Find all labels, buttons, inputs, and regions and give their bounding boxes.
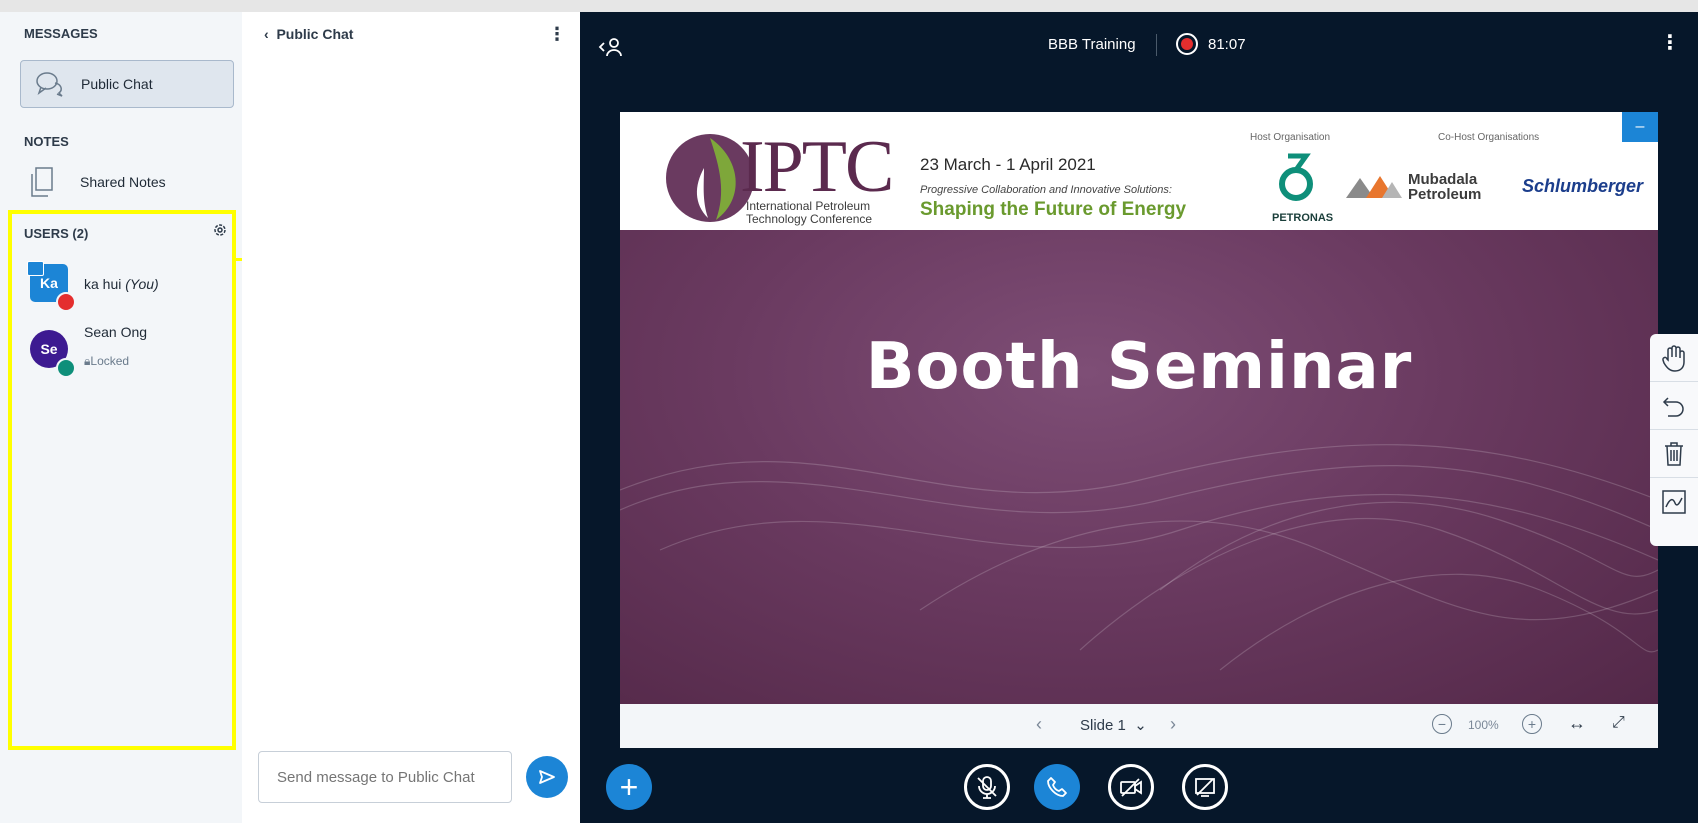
phone-icon bbox=[1047, 777, 1067, 797]
record-icon bbox=[1181, 38, 1193, 50]
cohost-1-name: Mubadala Petroleum bbox=[1408, 171, 1482, 203]
share-webcam-button[interactable] bbox=[1108, 764, 1154, 810]
chat-options-icon[interactable]: ⋮ bbox=[548, 24, 566, 45]
public-chat-label: Public Chat bbox=[81, 76, 153, 92]
messages-section-title: MESSAGES bbox=[24, 26, 98, 41]
presentation-toolbar: ‹ Slide 1 ⌄ › − 100% + ↔ ⤢ bbox=[620, 704, 1658, 748]
conference-tagline: Progressive Collaboration and Innovative… bbox=[920, 184, 1172, 196]
whiteboard-icon bbox=[1662, 490, 1686, 514]
whiteboard-tool-palette bbox=[1650, 334, 1698, 546]
options-menu-icon[interactable]: ⋮ bbox=[1660, 30, 1680, 55]
recording-indicator[interactable] bbox=[1176, 33, 1198, 55]
chat-panel: ‹ Public Chat ⋮ bbox=[242, 12, 580, 823]
user-list-icon bbox=[598, 38, 622, 57]
cohost-org-label: Co-Host Organisations bbox=[1438, 132, 1540, 143]
iptc-subtitle: International Petroleum Technology Confe… bbox=[746, 199, 873, 226]
chat-back-button[interactable]: ‹ Public Chat bbox=[264, 26, 353, 42]
share-screen-button[interactable] bbox=[1182, 764, 1228, 810]
muted-mic-icon bbox=[977, 776, 997, 799]
notes-icon bbox=[30, 166, 56, 203]
conference-date: 23 March - 1 April 2021 bbox=[920, 155, 1096, 174]
next-slide-icon[interactable]: › bbox=[1170, 714, 1176, 735]
fit-to-width-icon[interactable]: ↔ bbox=[1568, 713, 1586, 734]
cohost-2-name: Schlumberger bbox=[1522, 176, 1644, 196]
slide-body bbox=[620, 230, 1658, 704]
slide-title: Booth Seminar bbox=[865, 330, 1413, 404]
slide-header: IPTC International Petroleum Technology … bbox=[620, 112, 1658, 230]
plus-icon: + bbox=[619, 769, 639, 805]
recording-time: 81:07 bbox=[1208, 36, 1246, 53]
send-icon bbox=[539, 770, 555, 784]
chevron-left-icon: ‹ bbox=[264, 26, 269, 42]
undo-icon bbox=[1662, 396, 1684, 417]
highlight-box bbox=[8, 210, 236, 750]
presentation-slide: IPTC International Petroleum Technology … bbox=[620, 112, 1658, 704]
undo-button[interactable] bbox=[1650, 382, 1698, 430]
mubadala-logo-icon bbox=[1346, 176, 1402, 198]
title-divider bbox=[1156, 34, 1157, 56]
sidebar-item-shared-notes[interactable]: Shared Notes bbox=[20, 164, 234, 204]
shared-notes-label: Shared Notes bbox=[80, 174, 166, 190]
zoom-in-icon[interactable]: + bbox=[1522, 714, 1542, 734]
webcam-off-icon bbox=[1120, 778, 1142, 797]
trash-icon bbox=[1665, 441, 1683, 466]
toggle-user-list-button[interactable] bbox=[598, 36, 624, 63]
leave-audio-button[interactable] bbox=[1034, 764, 1080, 810]
main-area: BBB Training 81:07 ⋮ IPTC International … bbox=[580, 12, 1698, 823]
iptc-logo-text: IPTC bbox=[740, 126, 894, 208]
sidebar-item-public-chat[interactable]: Public Chat bbox=[20, 60, 234, 108]
app-window: MESSAGES Public Chat NOTES Shared Notes bbox=[0, 12, 1698, 823]
chat-title: Public Chat bbox=[276, 26, 354, 42]
wave-decoration bbox=[620, 444, 1658, 671]
slide-selector[interactable]: Slide 1 ⌄ bbox=[1080, 716, 1147, 734]
chat-bubbles-icon bbox=[35, 71, 65, 102]
hand-icon bbox=[1662, 344, 1685, 372]
zoom-level: 100% bbox=[1468, 718, 1499, 732]
minimize-presentation-button[interactable]: – bbox=[1622, 112, 1658, 142]
mute-microphone-button[interactable] bbox=[964, 764, 1010, 810]
fullscreen-icon[interactable]: ⤢ bbox=[1612, 714, 1625, 732]
chevron-down-icon: ⌄ bbox=[1130, 717, 1147, 734]
conference-slogan: Shaping the Future of Energy bbox=[920, 199, 1187, 220]
zoom-out-icon[interactable]: − bbox=[1432, 714, 1452, 734]
multi-user-whiteboard-button[interactable] bbox=[1650, 478, 1698, 526]
send-message-button[interactable] bbox=[526, 756, 568, 798]
chat-message-input[interactable] bbox=[258, 751, 512, 803]
petronas-logo-icon bbox=[1279, 153, 1313, 201]
hand-tool-button[interactable] bbox=[1650, 334, 1698, 382]
previous-slide-icon[interactable]: ‹ bbox=[1036, 714, 1042, 735]
host-org-label: Host Organisation bbox=[1250, 132, 1331, 143]
host-name: PETRONAS bbox=[1272, 212, 1334, 224]
slide-selector-label: Slide 1 bbox=[1080, 717, 1126, 734]
meeting-title: BBB Training bbox=[1048, 36, 1136, 53]
notes-section-title: NOTES bbox=[24, 134, 69, 149]
actions-menu-button[interactable]: + bbox=[606, 764, 652, 810]
clear-annotations-button[interactable] bbox=[1650, 430, 1698, 478]
screenshare-off-icon bbox=[1195, 778, 1215, 797]
